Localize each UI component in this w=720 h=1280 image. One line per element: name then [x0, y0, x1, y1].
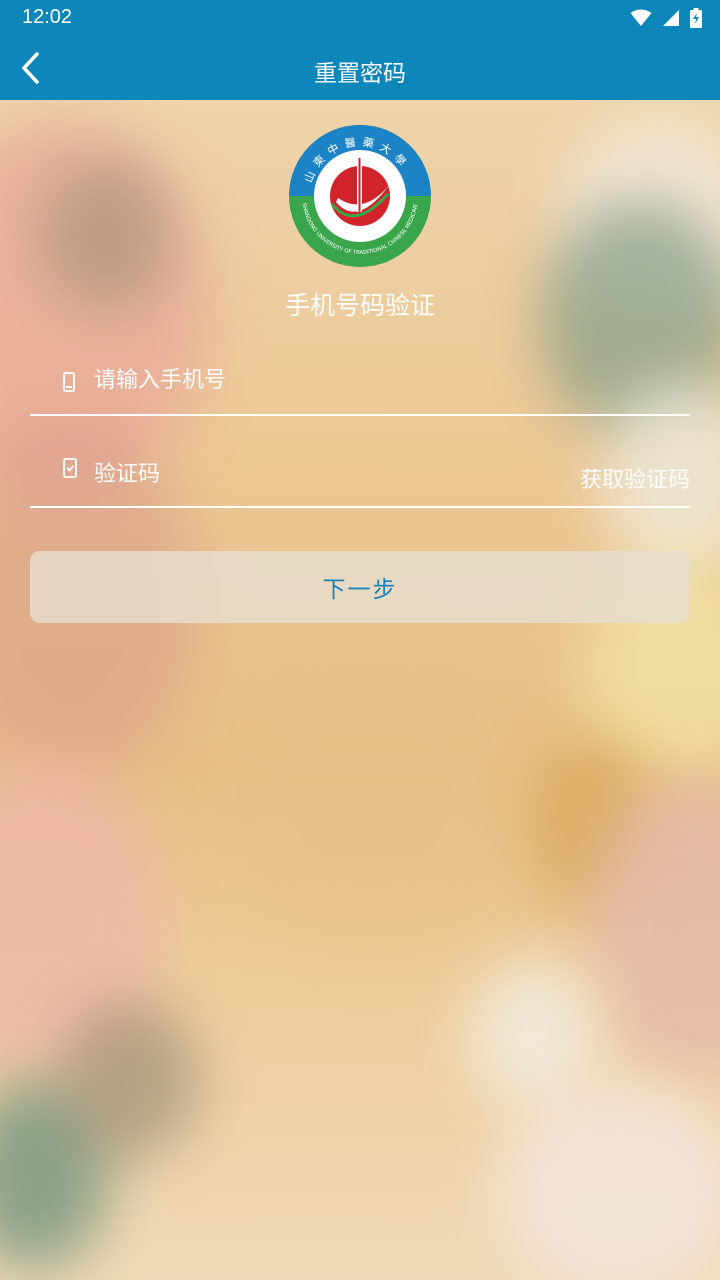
- verification-phone-icon: [63, 458, 77, 478]
- battery-charging-icon: [690, 8, 702, 28]
- cellular-signal-icon: [663, 10, 679, 26]
- page-title: 重置密码: [314, 61, 406, 87]
- mobile-phone-icon: [63, 372, 75, 392]
- form-heading: 手机号码验证: [284, 291, 435, 320]
- phone-field: [30, 324, 690, 416]
- wifi-icon: [630, 9, 652, 26]
- status-bar: 12:02: [0, 0, 720, 36]
- status-time: 12:02: [22, 6, 73, 28]
- app-bar: 重置密码: [0, 36, 720, 100]
- university-logo: 山東中醫藥大學 SHANDONG UNIVERSITY OF TRADITION…: [289, 125, 431, 267]
- verification-code-input[interactable]: [94, 462, 514, 487]
- verification-code-field: 获取验证码: [30, 416, 690, 508]
- next-step-button[interactable]: 下一步: [30, 551, 690, 623]
- phone-input[interactable]: [94, 368, 514, 393]
- next-step-label: 下一步: [322, 577, 398, 603]
- get-code-button[interactable]: 获取验证码: [580, 462, 690, 494]
